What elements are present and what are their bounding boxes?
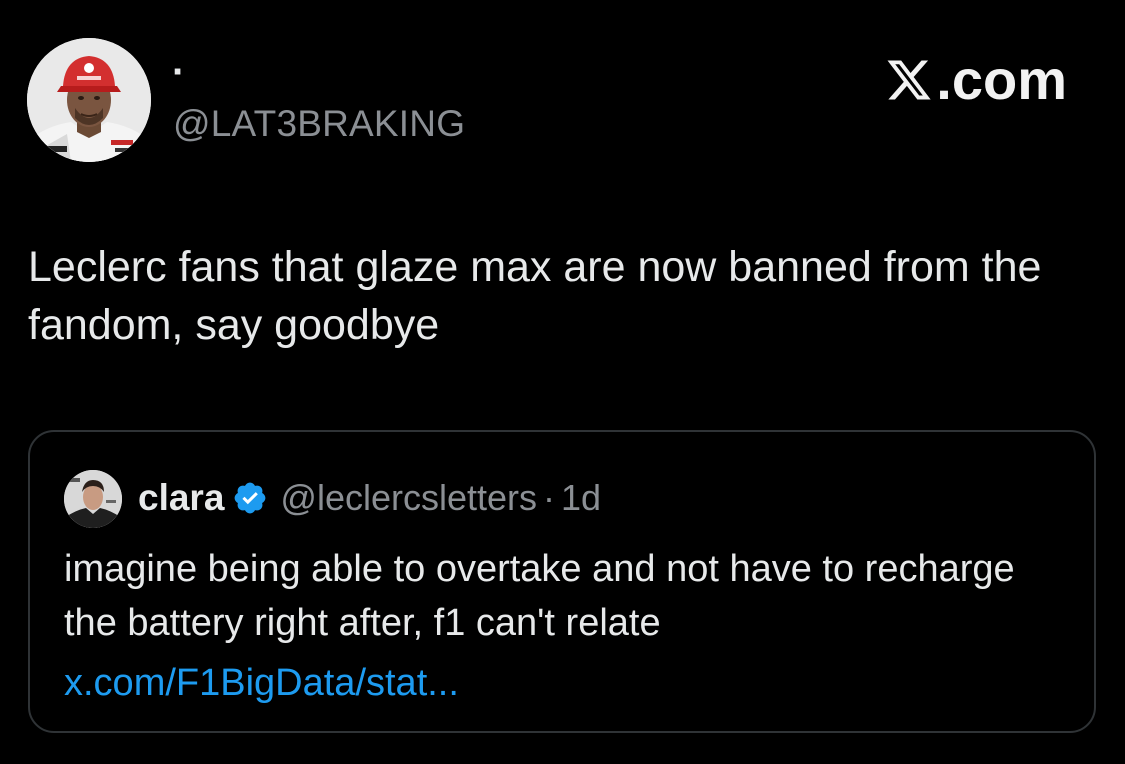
driver-portrait-icon: [27, 38, 151, 162]
quoted-header: clara @leclercsletters · 1d: [138, 472, 601, 524]
quoted-author-avatar[interactable]: [64, 470, 122, 528]
brand-domain: .com: [936, 48, 1067, 111]
driver-portrait-icon: [64, 470, 122, 528]
author-handle[interactable]: @LAT3BRAKING: [173, 102, 465, 146]
x-logo-icon: [887, 60, 931, 100]
x-brand-logo: .com: [884, 52, 1067, 108]
tweet-card: · @LAT3BRAKING .com Leclerc fans that gl…: [0, 0, 1125, 764]
quoted-author-handle[interactable]: @leclercsletters: [280, 477, 537, 519]
verified-badge-icon: [235, 482, 266, 514]
author-display-name[interactable]: ·: [172, 52, 185, 92]
quoted-link[interactable]: x.com/F1BigData/stat...: [64, 656, 459, 710]
quoted-author-name[interactable]: clara: [138, 477, 224, 519]
quoted-timestamp[interactable]: 1d: [561, 477, 601, 519]
quoted-text: imagine being able to overtake and not h…: [64, 548, 1015, 644]
separator-dot: ·: [543, 477, 556, 518]
tweet-text: Leclerc fans that glaze max are now bann…: [28, 243, 1042, 349]
quoted-tweet[interactable]: clara @leclercsletters · 1d imagine bein…: [28, 430, 1096, 733]
author-avatar[interactable]: [27, 38, 151, 162]
